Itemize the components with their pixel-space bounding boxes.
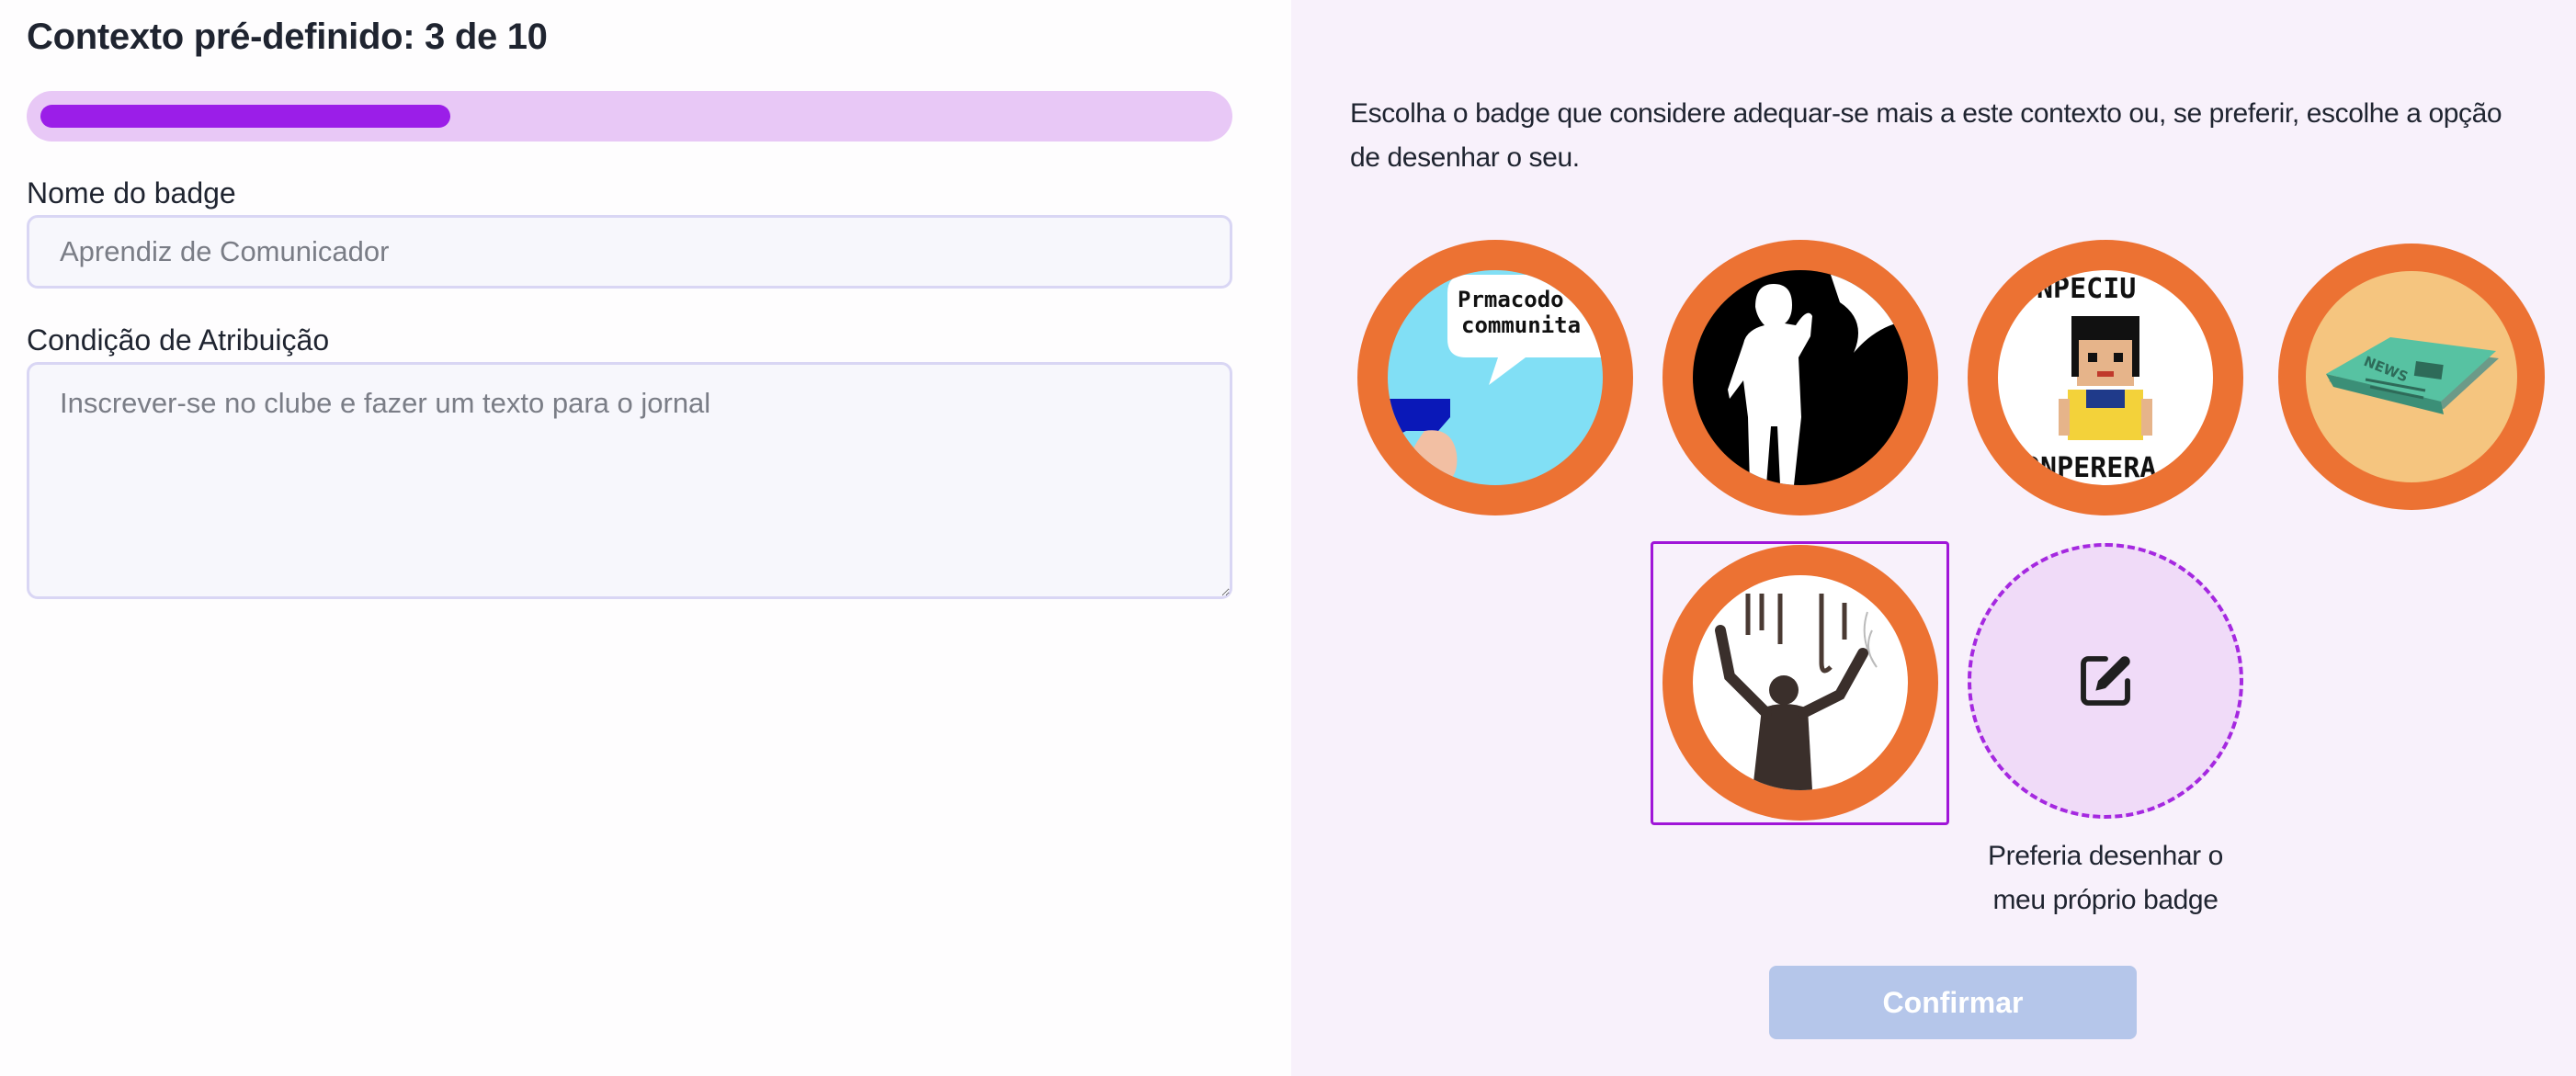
page-title: Contexto pré-definido: 3 de 10	[27, 17, 548, 57]
attribution-condition-label: Condição de Atribuição	[27, 323, 330, 357]
speech-bubble-badge-icon: Prmacodo communita	[1388, 270, 1603, 485]
attribution-condition-textarea[interactable]	[27, 362, 1232, 599]
badge-1-text-1: Prmacodo	[1458, 287, 1564, 312]
person-silhouette-badge-icon	[1693, 270, 1908, 485]
badge-option-3[interactable]: NPECIU ONPERERA	[1968, 240, 2243, 515]
badge-option-1[interactable]: Prmacodo communita	[1357, 240, 1633, 515]
confirm-button[interactable]: Confirmar	[1769, 966, 2137, 1039]
pixel-character-badge-icon: NPECIU ONPERERA	[1998, 270, 2213, 485]
progress-bar-fill	[40, 105, 450, 128]
badge-3-text-bottom: ONPERERA	[2024, 452, 2157, 484]
badge-name-label: Nome do badge	[27, 176, 236, 210]
form-panel: Contexto pré-definido: 3 de 10 Nome do b…	[0, 0, 1291, 1076]
badge-1-text-2: communita	[1461, 312, 1581, 338]
person-raising-arms-badge-icon	[1693, 575, 1908, 790]
badge-3-text-top: NPECIU	[2037, 273, 2136, 305]
newspaper-badge-icon: NEWS	[2306, 271, 2517, 482]
badge-instruction-text: Escolha o badge que considere adequar-se…	[1350, 98, 2502, 173]
badge-name-input[interactable]	[27, 215, 1232, 289]
draw-own-badge-label: Preferia desenhar o meu próprio badge	[1988, 841, 2223, 915]
badge-option-4[interactable]: NEWS	[2278, 244, 2545, 510]
edit-pencil-icon	[2081, 656, 2130, 706]
badge-option-5[interactable]	[1662, 545, 1938, 821]
progress-bar	[27, 91, 1232, 142]
badge-option-2[interactable]	[1662, 240, 1938, 515]
draw-own-badge-button[interactable]	[1968, 543, 2243, 819]
